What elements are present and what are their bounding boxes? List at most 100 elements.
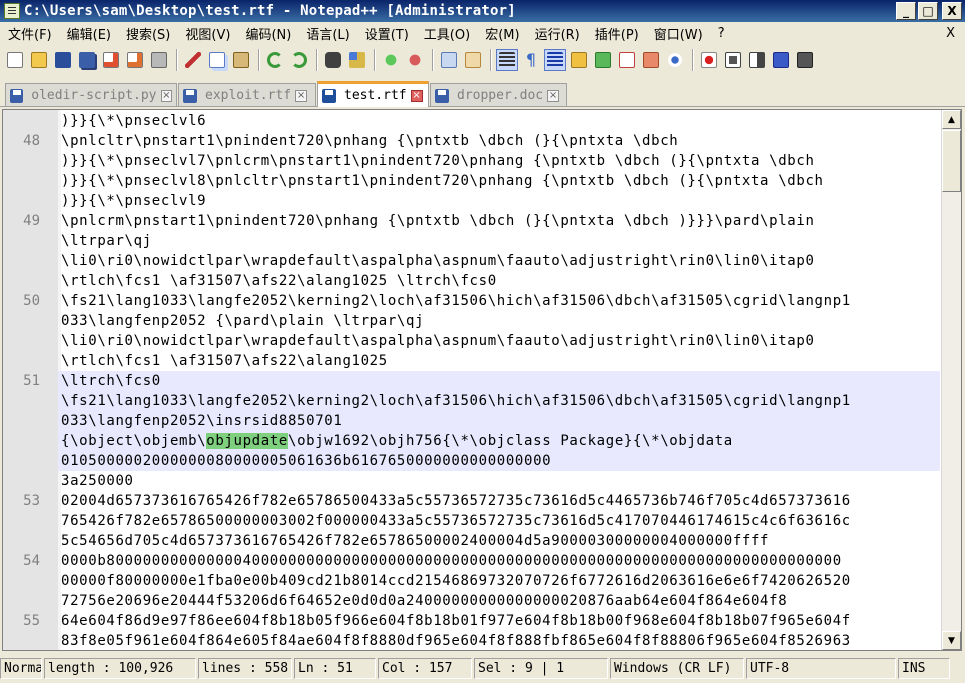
run-macro-multiple-icon[interactable] — [770, 49, 792, 71]
editor-line[interactable]: 5c54656d705c4d657373616765426f782e657865… — [3, 531, 940, 551]
replace-icon[interactable] — [346, 49, 368, 71]
menu-run[interactable]: 运行(R) — [527, 24, 587, 43]
menu-language[interactable]: 语言(L) — [298, 24, 356, 43]
maximize-button[interactable]: □ — [918, 2, 938, 20]
save-icon[interactable] — [52, 49, 74, 71]
toolbar-separator — [490, 49, 492, 71]
editor-line[interactable]: 48 \pnlcltr\pnstart1\pnindent720\pnhang {… — [3, 131, 940, 151]
editor-line[interactable]: {\object\objemb\objupdate\objw1692\objh7… — [3, 431, 940, 451]
menu-tools[interactable]: 工具(O) — [416, 24, 477, 43]
menu-file[interactable]: 文件(F) — [0, 24, 59, 43]
text-editor[interactable]: )}}{\*\pnseclvl6 48 \pnlcltr\pnstart1\pnin… — [2, 109, 962, 651]
title-bar[interactable]: C:\Users\sam\Desktop\test.rtf - Notepad+… — [0, 0, 965, 22]
editor-line[interactable]: 83f8e05f961e604f864e605f84ae604f8f8880df… — [3, 631, 940, 650]
save-macro-icon[interactable] — [794, 49, 816, 71]
redo-icon[interactable] — [288, 49, 310, 71]
minimize-button[interactable]: _ — [896, 2, 916, 20]
toolbar-separator — [374, 49, 376, 71]
paste-icon[interactable] — [230, 49, 252, 71]
new-file-icon[interactable] — [4, 49, 26, 71]
editor-line[interactable]: 51 \ltrch\fcs0 — [3, 371, 940, 391]
editor-line[interactable]: \fs21\lang1033\langfe2052\kerning2\loch\… — [3, 391, 940, 411]
editor-line[interactable]: )}}{\*\pnseclvl7\pnlcrm\pnstart1\pninden… — [3, 151, 940, 171]
print-icon[interactable] — [148, 49, 170, 71]
monitoring-icon[interactable] — [664, 49, 686, 71]
undo-icon[interactable] — [264, 49, 286, 71]
cut-icon[interactable] — [182, 49, 204, 71]
indent-guide-icon[interactable] — [544, 49, 566, 71]
editor-line[interactable]: 54 0000b800000000000000400000000000000000… — [3, 551, 940, 571]
editor-line[interactable]: 033\langfenp2052\insrsid8850701 — [3, 411, 940, 431]
sync-horizontal-icon[interactable] — [462, 49, 484, 71]
open-file-icon[interactable] — [28, 49, 50, 71]
tab-exploit-rtf[interactable]: exploit.rtf × — [178, 83, 316, 107]
show-all-chars-icon[interactable]: ¶ — [520, 49, 542, 71]
tab-close-icon[interactable]: × — [160, 89, 172, 102]
close-icon[interactable] — [100, 49, 122, 71]
editor-line[interactable]: 72756e20696e20444f53206d6f64652e0d0d0a24… — [3, 591, 940, 611]
line-number — [3, 531, 58, 551]
menu-encoding[interactable]: 编码(N) — [237, 24, 298, 43]
editor-line[interactable]: 50 \fs21\lang1033\langfe2052\kerning2\loc… — [3, 291, 940, 311]
menu-window[interactable]: 窗口(W) — [646, 24, 710, 43]
scroll-up-icon[interactable]: ▲ — [942, 110, 961, 129]
vertical-scrollbar[interactable]: ▲ ▼ — [941, 110, 961, 650]
tab-close-icon[interactable]: × — [295, 89, 308, 102]
menu-macro[interactable]: 宏(M) — [477, 24, 526, 43]
tab-close-icon[interactable]: × — [410, 89, 423, 102]
tab-label: oledir-script.py — [31, 88, 157, 103]
editor-line[interactable]: \ltrpar\qj — [3, 231, 940, 251]
editor-line[interactable]: 3a250000 — [3, 471, 940, 491]
scroll-down-icon[interactable]: ▼ — [942, 631, 961, 650]
scroll-thumb[interactable] — [942, 130, 961, 192]
sync-vertical-icon[interactable] — [438, 49, 460, 71]
editor-line[interactable]: 49 \pnlcrm\pnstart1\pnindent720\pnhang {\… — [3, 211, 940, 231]
line-number — [3, 251, 58, 271]
status-line-number: Ln : 51 — [294, 657, 376, 679]
record-macro-icon[interactable] — [698, 49, 720, 71]
close-all-icon[interactable] — [124, 49, 146, 71]
menu-search[interactable]: 搜索(S) — [118, 24, 177, 43]
editor-line[interactable]: 53 02004d657373616765426f782e65786500433a… — [3, 491, 940, 511]
close-document-button[interactable]: X — [946, 26, 955, 41]
zoom-out-icon[interactable] — [404, 49, 426, 71]
folder-workspace-icon[interactable] — [640, 49, 662, 71]
line-number — [3, 311, 58, 331]
menu-settings[interactable]: 设置(T) — [357, 24, 416, 43]
saved-file-icon — [183, 88, 197, 103]
editor-line[interactable]: \rtlch\fcs1 \af31507\afs22\alang1025 — [3, 351, 940, 371]
tab-oledir-script[interactable]: oledir-script.py × — [5, 83, 177, 107]
tab-close-icon[interactable]: × — [547, 89, 560, 102]
save-all-icon[interactable] — [76, 49, 98, 71]
copy-icon[interactable] — [206, 49, 228, 71]
editor-line[interactable]: \li0\ri0\nowidctlpar\wrapdefault\aspalph… — [3, 251, 940, 271]
editor-line[interactable]: )}}{\*\pnseclvl6 — [3, 111, 940, 131]
status-encoding[interactable]: UTF-8 — [746, 657, 896, 679]
zoom-in-icon[interactable] — [380, 49, 402, 71]
stop-record-icon[interactable] — [722, 49, 744, 71]
line-number: 48 — [23, 133, 40, 149]
find-icon[interactable] — [322, 49, 344, 71]
menu-edit[interactable]: 编辑(E) — [59, 24, 118, 43]
tab-dropper-doc[interactable]: dropper.doc × — [430, 83, 567, 107]
play-macro-icon[interactable] — [746, 49, 768, 71]
editor-line[interactable]: \li0\ri0\nowidctlpar\wrapdefault\aspalph… — [3, 331, 940, 351]
close-button[interactable]: X — [942, 2, 962, 20]
editor-line[interactable]: )}}{\*\pnseclvl8\pnlcltr\pnstart1\pninde… — [3, 171, 940, 191]
status-eol[interactable]: Windows (CR LF) — [610, 657, 744, 679]
editor-line[interactable]: )}}{\*\pnseclvl9 — [3, 191, 940, 211]
function-list-icon[interactable] — [616, 49, 638, 71]
editor-line[interactable]: 765426f782e65786500000003002f000000433a5… — [3, 511, 940, 531]
editor-line[interactable]: 55 64e604f86d9e97f86ee604f8b18b05f966e604… — [3, 611, 940, 631]
user-lang-icon[interactable] — [568, 49, 590, 71]
editor-line[interactable]: 0105000002000000080000005061636b61676500… — [3, 451, 940, 471]
editor-line[interactable]: 033\langfenp2052 {\pard\plain \ltrpar\qj — [3, 311, 940, 331]
editor-line[interactable]: 00000f80000000e1fba0e00b409cd21b8014ccd2… — [3, 571, 940, 591]
word-wrap-icon[interactable] — [496, 49, 518, 71]
menu-help[interactable]: ? — [710, 26, 732, 41]
editor-line[interactable]: \rtlch\fcs1 \af31507\afs22\alang1025 \lt… — [3, 271, 940, 291]
tab-test-rtf[interactable]: test.rtf × — [317, 81, 429, 107]
menu-view[interactable]: 视图(V) — [177, 24, 237, 43]
menu-plugins[interactable]: 插件(P) — [587, 24, 646, 43]
doc-map-icon[interactable] — [592, 49, 614, 71]
